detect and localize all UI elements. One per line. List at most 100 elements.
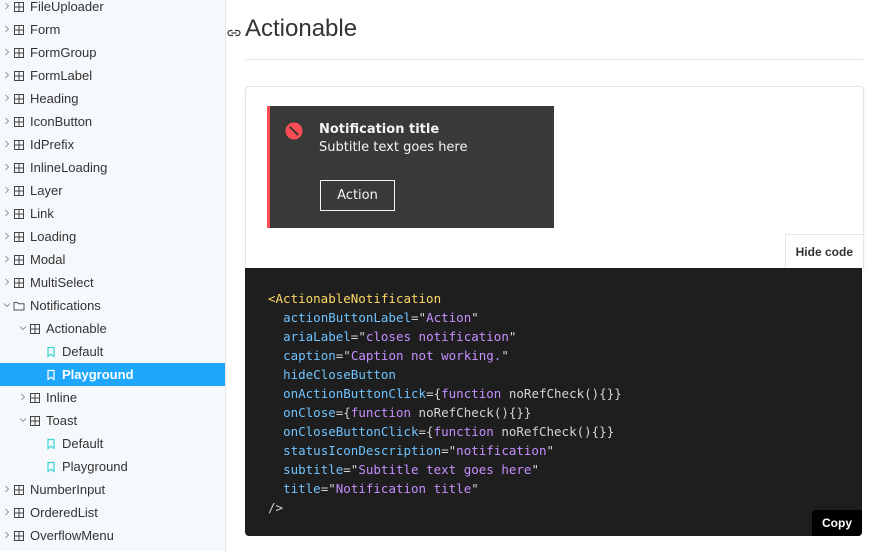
sidebar-item[interactable]: Notifications (0, 294, 225, 317)
code-line: subtitle="Subtitle text goes here" (268, 460, 862, 479)
caret-down-icon[interactable] (18, 415, 28, 425)
component-grid-icon (13, 24, 25, 36)
code-token: actionButtonLabel (283, 310, 411, 325)
sidebar-item-label: Notifications (30, 298, 101, 313)
code-line: <ActionableNotification (268, 289, 862, 308)
link-icon[interactable] (226, 26, 242, 40)
sidebar-item[interactable]: Default (0, 340, 225, 363)
notification-title: Notification title (319, 122, 440, 137)
code-line: ariaLabel="closes notification" (268, 327, 862, 346)
bookmark-icon (45, 438, 57, 450)
caret-right-icon[interactable] (2, 530, 12, 540)
code-line: onActionButtonClick={function noRefCheck… (268, 384, 862, 403)
sidebar-item[interactable]: Default (0, 432, 225, 455)
sidebar-item-label: Layer (30, 183, 63, 198)
code-token: noRefCheck(){}} (411, 405, 532, 420)
caret-right-icon[interactable] (2, 254, 12, 264)
sidebar-item-label: Toast (46, 413, 78, 428)
sidebar-item-label: Playground (62, 459, 128, 474)
code-token: =" (441, 443, 457, 458)
code-line: actionButtonLabel="Action" (268, 308, 862, 327)
code-token: closes notification (365, 329, 509, 344)
code-token: function (441, 386, 502, 401)
caret-right-icon[interactable] (2, 185, 12, 195)
caret-right-icon[interactable] (2, 1, 12, 11)
copy-button[interactable]: Copy (812, 510, 862, 536)
code-token: hideCloseButton (283, 367, 396, 382)
hide-code-button[interactable]: Hide code (784, 234, 863, 269)
sidebar-item-label: FormLabel (30, 68, 93, 83)
caret-right-icon[interactable] (2, 47, 12, 57)
sidebar-item-label: IdPrefix (30, 137, 75, 152)
sidebar-item[interactable]: MultiSelect (0, 271, 225, 294)
sidebar-item-label: Default (62, 344, 104, 359)
caret-down-icon[interactable] (2, 300, 12, 310)
sidebar-item[interactable]: Heading (0, 87, 225, 110)
component-grid-icon (13, 93, 25, 105)
sidebar-item[interactable]: Inline (0, 386, 225, 409)
sidebar-item-label: InlineLoading (30, 160, 108, 175)
sidebar-item[interactable]: NumberInput (0, 478, 225, 501)
code-token: function (350, 405, 412, 420)
code-token: Action (426, 310, 472, 325)
component-grid-icon (13, 277, 25, 289)
caret-right-icon[interactable] (2, 24, 12, 34)
component-grid-icon (13, 47, 25, 59)
sidebar-item[interactable]: InlineLoading (0, 156, 225, 179)
sidebar-item[interactable]: Link (0, 202, 225, 225)
code-lines: <ActionableNotification actionButtonLabe… (268, 289, 862, 517)
code-token: " (501, 348, 509, 363)
sidebar-item[interactable]: FileUploader (0, 0, 225, 18)
code-token: ariaLabel (283, 329, 351, 344)
code-token: ={ (426, 386, 442, 401)
caret-right-icon[interactable] (2, 484, 12, 494)
sidebar-item[interactable]: FormLabel (0, 64, 225, 87)
main-content: Actionable Notification title Subtitle t… (226, 0, 881, 551)
sidebar-item[interactable]: Playground (0, 455, 225, 478)
caret-right-icon[interactable] (2, 507, 12, 517)
notification-action-button[interactable]: Action (320, 180, 395, 211)
code-token: " (471, 481, 479, 496)
code-token: noRefCheck(){}} (493, 424, 615, 439)
code-token: ={ (335, 405, 351, 420)
sidebar-item[interactable]: IdPrefix (0, 133, 225, 156)
sidebar-item[interactable]: OverflowMenu (0, 524, 225, 547)
notification-subtitle: Subtitle text goes here (319, 140, 468, 155)
sidebar-item[interactable]: Form (0, 18, 225, 41)
caret-right-icon[interactable] (18, 392, 28, 402)
code-line: caption="Caption not working." (268, 346, 862, 365)
sidebar-item[interactable]: FormGroup (0, 41, 225, 64)
caret-right-icon[interactable] (2, 208, 12, 218)
sidebar-item[interactable]: Modal (0, 248, 225, 271)
component-grid-icon (13, 484, 25, 496)
sidebar-item[interactable]: OrderedList (0, 501, 225, 524)
sidebar-item[interactable]: IconButton (0, 110, 225, 133)
caret-right-icon[interactable] (2, 116, 12, 126)
component-grid-icon (13, 185, 25, 197)
caret-right-icon[interactable] (2, 139, 12, 149)
caret-right-icon[interactable] (2, 277, 12, 287)
code-line: statusIconDescription="notification" (268, 441, 862, 460)
sidebar-item[interactable]: Layer (0, 179, 225, 202)
code-line: hideCloseButton (268, 365, 862, 384)
component-grid-icon (13, 530, 25, 542)
caret-right-icon[interactable] (2, 70, 12, 80)
caret-right-icon[interactable] (2, 93, 12, 103)
sidebar-item[interactable]: Toast (0, 409, 225, 432)
sidebar-item-label: FormGroup (30, 45, 97, 60)
sidebar-item-label: Link (30, 206, 54, 221)
sidebar-item-label: OverflowMenu (30, 528, 114, 543)
caret-right-icon[interactable] (2, 231, 12, 241)
code-token: onCloseButtonClick (283, 424, 419, 439)
sidebar-item[interactable]: Playground (0, 363, 225, 386)
caret-down-icon[interactable] (18, 323, 28, 333)
caret-right-icon[interactable] (2, 162, 12, 172)
sidebar: FileUploader Form FormGroup FormLabel Headin… (0, 0, 226, 551)
sidebar-item-label: Modal (30, 252, 66, 267)
component-grid-icon (29, 415, 41, 427)
sidebar-item[interactable]: Actionable (0, 317, 225, 340)
sidebar-item[interactable]: Loading (0, 225, 225, 248)
